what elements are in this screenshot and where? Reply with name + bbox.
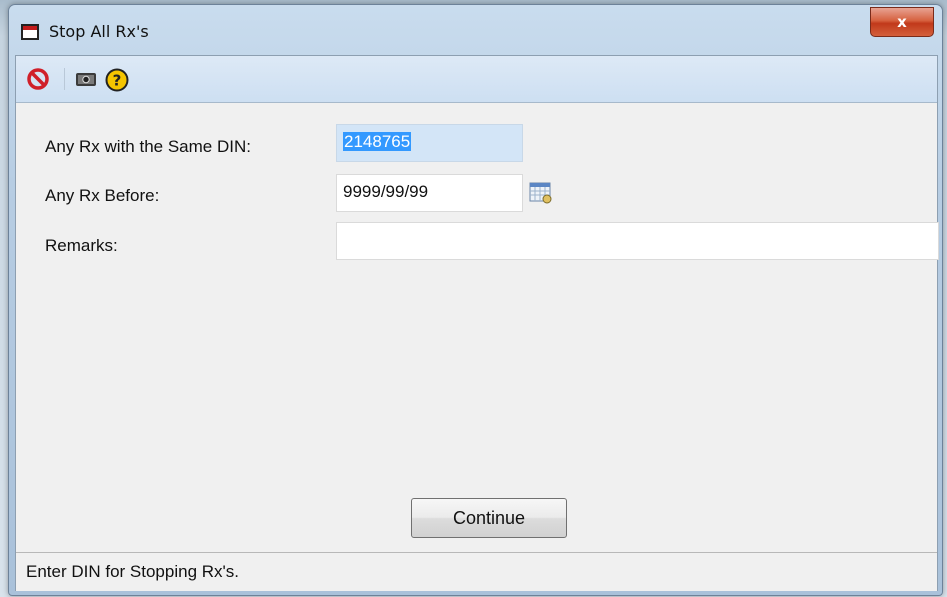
rx-before-date-field[interactable]: 9999/99/99 (336, 174, 523, 212)
stop-icon[interactable] (27, 68, 49, 90)
svg-text:?: ? (113, 72, 122, 90)
toolbar: ? (16, 56, 937, 103)
toolbar-separator (64, 68, 65, 90)
screen-icon[interactable] (75, 68, 97, 90)
rx-before-value: 9999/99/99 (343, 182, 429, 201)
continue-label: Continue (452, 508, 526, 528)
status-text: Enter DIN for Stopping Rx's. (26, 562, 239, 581)
continue-button[interactable]: Continue (411, 498, 567, 538)
din-value: 2148765 (343, 132, 412, 151)
close-icon: x (897, 13, 907, 31)
din-label: Any Rx with the Same DIN: (45, 137, 251, 156)
help-icon[interactable]: ? (105, 68, 129, 92)
window-app-icon (21, 24, 39, 40)
close-button[interactable]: x (870, 7, 934, 37)
window-title: Stop All Rx's (49, 22, 149, 41)
title-bar[interactable]: Stop All Rx's x (9, 5, 942, 57)
din-field[interactable]: 2148765 (336, 124, 523, 162)
remarks-field[interactable] (336, 222, 939, 260)
rx-before-label: Any Rx Before: (45, 186, 160, 205)
status-bar: Enter DIN for Stopping Rx's. (16, 552, 937, 591)
dialog-body: ? Any Rx with the Same DIN: 2148765 Any … (15, 55, 939, 591)
remarks-label: Remarks: (45, 236, 118, 255)
calendar-icon[interactable] (528, 180, 558, 210)
stop-all-rx-dialog: Stop All Rx's x ? Any Rx with the Same D… (8, 4, 943, 596)
